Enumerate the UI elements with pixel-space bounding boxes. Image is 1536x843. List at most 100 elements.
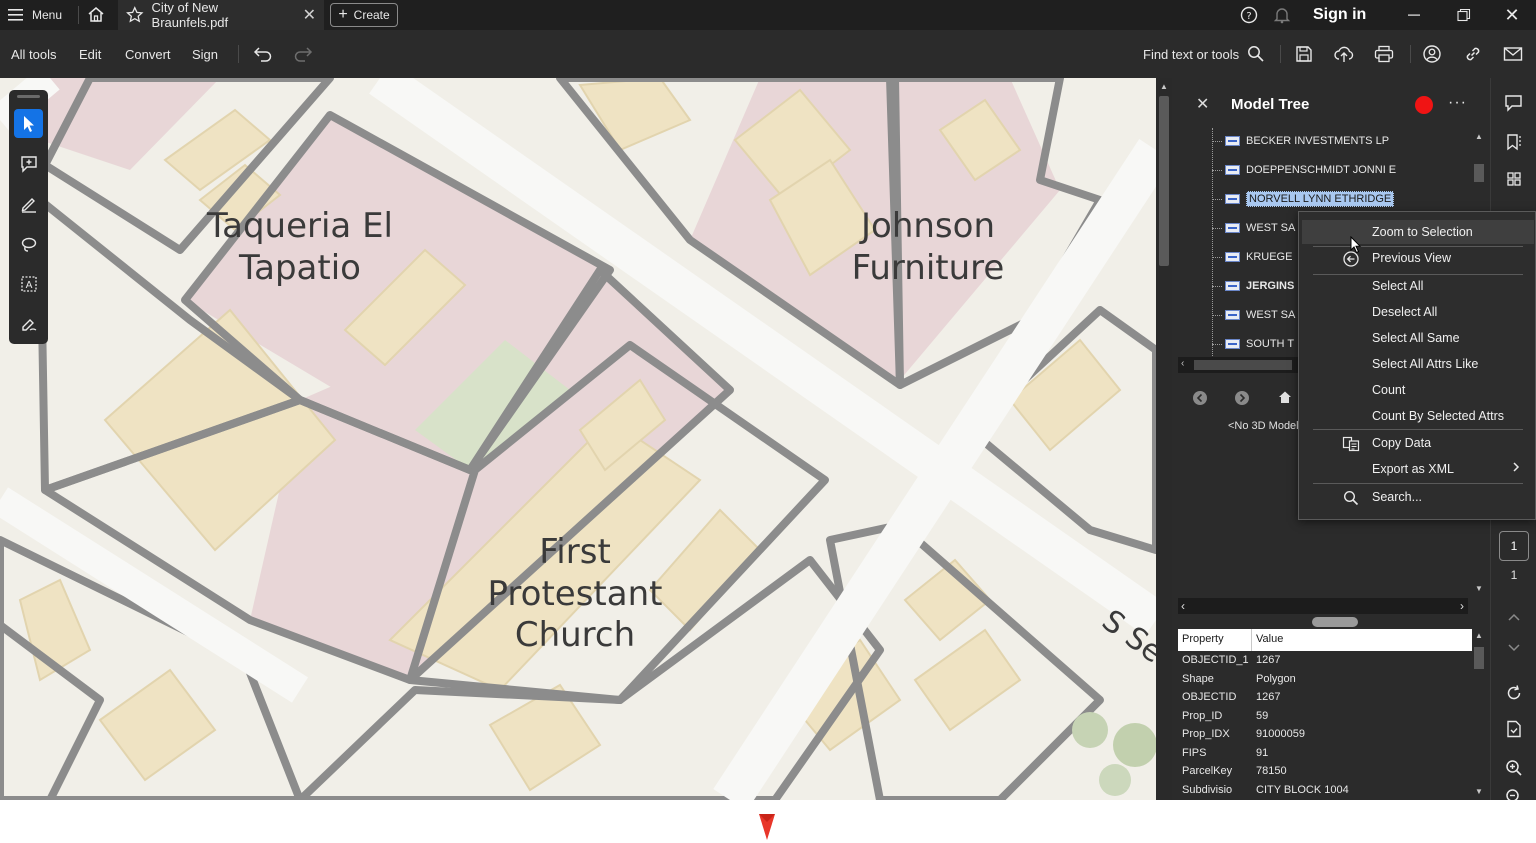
menu-item-search[interactable]: Search...	[1302, 485, 1534, 509]
tree-item[interactable]: JERGINS	[1212, 276, 1294, 296]
scroll-right-icon[interactable]: ›	[1460, 599, 1464, 613]
edit-button[interactable]: Edit	[79, 30, 101, 78]
nav-forward-button[interactable]	[1234, 390, 1250, 409]
sign-tool[interactable]	[14, 309, 43, 338]
menu-item-copy-data[interactable]: Copy Data	[1302, 431, 1534, 455]
scroll-left-icon[interactable]: ‹	[1181, 599, 1185, 613]
home-button[interactable]	[86, 0, 106, 30]
nav-home-button[interactable]	[1278, 390, 1292, 407]
zoom-in-button[interactable]	[1501, 755, 1527, 781]
create-button[interactable]: + Create	[330, 3, 398, 27]
all-tools-button[interactable]: All tools	[11, 30, 57, 78]
table-row[interactable]: FIPS 91	[1178, 744, 1472, 763]
comment-tool[interactable]	[14, 149, 43, 178]
text-tool[interactable]: A	[14, 269, 43, 298]
document-scrollbar[interactable]: ▲	[1156, 78, 1172, 800]
more-options-icon[interactable]: ···	[1448, 94, 1467, 112]
bookmarks-button[interactable]	[1501, 129, 1527, 155]
panel-splitter[interactable]	[1312, 617, 1358, 627]
scroll-up-icon[interactable]: ▲	[1475, 631, 1483, 640]
menu-item-select-all-attrs-like[interactable]: Select All Attrs Like	[1302, 352, 1534, 376]
layer-icon	[1225, 339, 1240, 349]
tab-close-icon[interactable]: ✕	[303, 5, 316, 25]
menu-item-deselect-all[interactable]: Deselect All	[1302, 300, 1534, 324]
home-icon	[1279, 391, 1291, 403]
close-panel-icon[interactable]: ✕	[1196, 94, 1209, 114]
table-row[interactable]: OBJECTID 1267	[1178, 688, 1472, 707]
scroll-down-icon[interactable]: ▼	[1475, 787, 1483, 796]
scroll-up-icon[interactable]: ▲	[1160, 82, 1168, 91]
header-value[interactable]: Value	[1252, 629, 1287, 651]
upload-button[interactable]	[1332, 30, 1356, 78]
table-row[interactable]: OBJECTID_1 1267	[1178, 651, 1472, 670]
find-tools-button[interactable]: Find text or tools	[1143, 30, 1265, 78]
nav-back-button[interactable]	[1192, 390, 1208, 409]
copy-link-button[interactable]	[1461, 30, 1485, 78]
tree-item[interactable]: SOUTH T	[1212, 334, 1294, 354]
city-map[interactable]: Taqueria El Tapatio Johnson Furniture Fi…	[0, 78, 1156, 800]
document-view[interactable]: Taqueria El Tapatio Johnson Furniture Fi…	[0, 78, 1156, 800]
scroll-up-icon[interactable]: ▲	[1475, 132, 1483, 141]
scrollbar-thumb[interactable]	[1474, 647, 1484, 669]
table-row[interactable]: Prop_ID 59	[1178, 707, 1472, 726]
tree-item[interactable]: WEST SA	[1212, 218, 1295, 238]
window-close-icon[interactable]: ✕	[1504, 0, 1520, 30]
undo-button[interactable]	[251, 30, 275, 78]
extract-button[interactable]	[1501, 716, 1527, 742]
table-row[interactable]: Prop_IDX 91000059	[1178, 725, 1472, 744]
tree-item-selected[interactable]: NORVELL LYNN ETHRIDGE	[1212, 189, 1395, 209]
comments-button[interactable]	[1501, 90, 1527, 116]
zoom-out-button[interactable]	[1501, 786, 1527, 800]
menu-button[interactable]: Menu	[8, 0, 62, 30]
page-down-button[interactable]	[1501, 635, 1527, 661]
tree-item[interactable]: KRUEGE	[1212, 247, 1292, 267]
menu-item-select-all-same[interactable]: Select All Same	[1302, 326, 1534, 350]
draw-tool[interactable]	[14, 229, 43, 258]
menu-item-select-all[interactable]: Select All	[1302, 274, 1534, 298]
menu-item-label: Copy Data	[1372, 436, 1432, 450]
header-property[interactable]: Property	[1178, 629, 1252, 651]
redo-button[interactable]	[291, 30, 315, 78]
document-tab[interactable]: City of New Braunfels.pdf ✕	[118, 0, 324, 30]
tools-grip[interactable]	[17, 95, 40, 98]
print-button[interactable]	[1372, 30, 1396, 78]
select-tool[interactable]	[14, 109, 43, 138]
share-user-button[interactable]	[1420, 30, 1444, 78]
menu-item-previous-view[interactable]: Previous View	[1302, 246, 1534, 270]
table-row[interactable]: Shape Polygon	[1178, 670, 1472, 689]
restore-button[interactable]	[1456, 0, 1472, 30]
tree-item[interactable]: DOEPPENSCHMIDT JONNI E	[1212, 160, 1396, 180]
menu-item-export-as-xml[interactable]: Export as XML	[1302, 457, 1534, 481]
scroll-down-icon[interactable]: ▼	[1475, 584, 1483, 593]
scrollbar-thumb[interactable]	[1194, 360, 1292, 370]
minimize-button[interactable]	[1406, 0, 1422, 30]
page-up-button[interactable]	[1501, 604, 1527, 630]
star-icon[interactable]	[126, 6, 144, 24]
notifications-button[interactable]	[1273, 0, 1291, 30]
highlight-tool[interactable]	[14, 189, 43, 218]
redo-icon	[294, 47, 313, 62]
email-button[interactable]	[1501, 30, 1525, 78]
menu-item-count-by-selected-attrs[interactable]: Count By Selected Attrs	[1302, 404, 1534, 428]
panel-hscrollbar[interactable]: ‹ ›	[1178, 598, 1468, 614]
properties-scrollbar[interactable]: ▲ ▼	[1472, 629, 1486, 800]
menu-item-label: Count By Selected Attrs	[1372, 409, 1505, 423]
save-button[interactable]	[1292, 30, 1316, 78]
scroll-left-icon[interactable]: ‹	[1181, 358, 1184, 369]
menu-item-count[interactable]: Count	[1302, 378, 1534, 402]
rotate-button[interactable]	[1501, 680, 1527, 706]
current-page-box[interactable]: 1	[1499, 531, 1529, 561]
table-row[interactable]: ParcelKey 78150	[1178, 762, 1472, 781]
sign-in-button[interactable]: Sign in	[1313, 0, 1366, 30]
table-row[interactable]: Subdivisio CITY BLOCK 1004	[1178, 781, 1472, 800]
help-button[interactable]: ?	[1240, 0, 1258, 30]
tree-item[interactable]: BECKER INVESTMENTS LP	[1212, 131, 1389, 151]
scrollbar-thumb[interactable]	[1159, 96, 1169, 266]
property-value: 1267	[1256, 654, 1281, 667]
scrollbar-thumb[interactable]	[1474, 164, 1484, 182]
tree-item[interactable]: WEST SA	[1212, 305, 1295, 325]
thumbnails-button[interactable]	[1501, 166, 1527, 192]
sign-button[interactable]: Sign	[192, 30, 218, 78]
menu-item-zoom-to-selection[interactable]: Zoom to Selection	[1302, 220, 1534, 244]
convert-button[interactable]: Convert	[125, 30, 171, 78]
